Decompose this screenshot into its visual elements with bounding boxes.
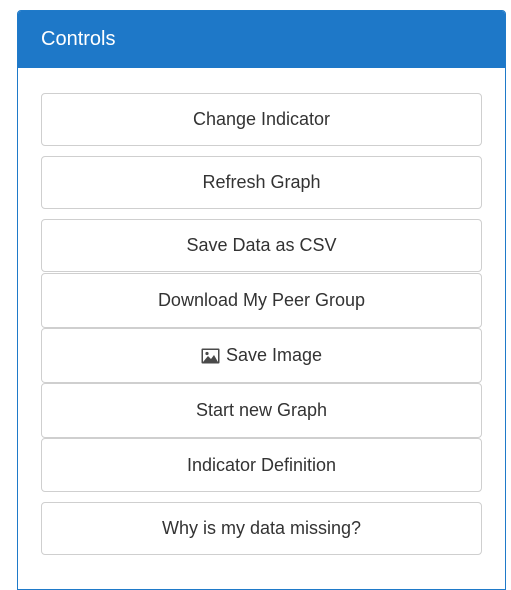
panel-heading: Controls [18,11,505,68]
change-indicator-button[interactable]: Change Indicator [41,93,482,146]
save-image-label: Save Image [225,345,323,365]
indicator-definition-button[interactable]: Indicator Definition [41,438,482,492]
download-peer-group-button[interactable]: Download My Peer Group [41,273,482,328]
download-peer-group-label: Download My Peer Group [157,290,366,310]
start-new-graph-label: Start new Graph [195,400,328,420]
change-indicator-label: Change Indicator [192,109,331,129]
controls-panel: Controls Change Indicator Refresh Graph … [17,10,506,590]
why-data-missing-label: Why is my data missing? [161,518,362,538]
refresh-graph-button[interactable]: Refresh Graph [41,156,482,209]
picture-icon [201,348,220,364]
save-data-csv-label: Save Data as CSV [186,235,337,255]
save-image-button[interactable]: Save Image [41,328,482,383]
start-new-graph-button[interactable]: Start new Graph [41,383,482,438]
why-data-missing-button[interactable]: Why is my data missing? [41,502,482,555]
refresh-graph-label: Refresh Graph [202,172,321,192]
save-data-csv-button[interactable]: Save Data as CSV [41,219,482,272]
panel-title: Controls [41,28,116,50]
indicator-definition-label: Indicator Definition [186,454,337,475]
